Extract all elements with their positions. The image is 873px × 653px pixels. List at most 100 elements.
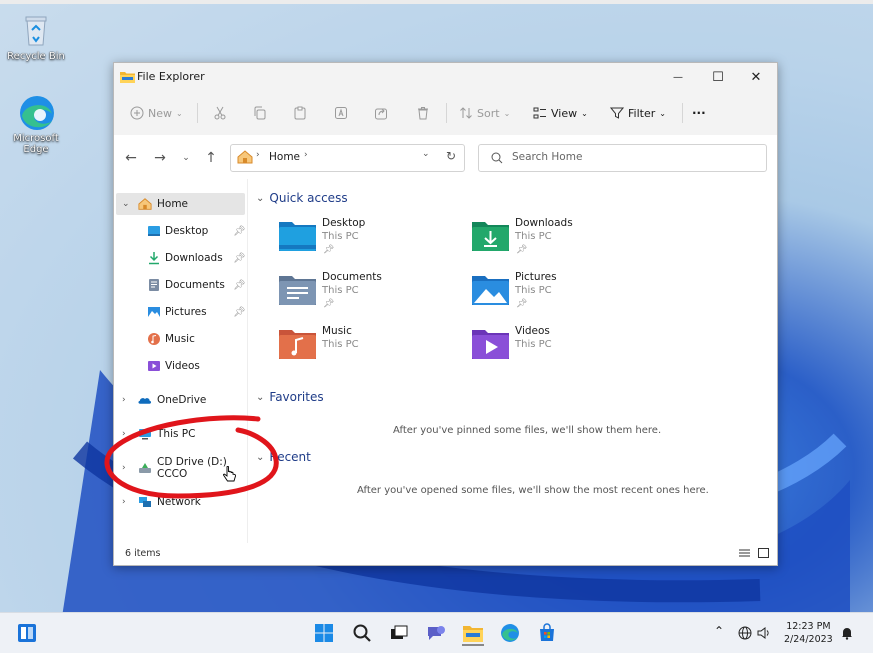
- address-bar[interactable]: › Home › ⌄ ↻: [230, 144, 465, 172]
- rename-button[interactable]: [334, 99, 348, 127]
- taskbar: ⌃ 12:23 PM 2/24/2023: [0, 612, 873, 653]
- delete-button[interactable]: [416, 99, 430, 127]
- address-row: ← → ⌄ ↑ › Home › ⌄ ↻ Search Home: [114, 135, 777, 179]
- sidebar-item-pictures[interactable]: Pictures 📌︎: [116, 301, 246, 323]
- sidebar-item-desktop[interactable]: Desktop 📌︎: [116, 220, 246, 242]
- cut-button[interactable]: [213, 99, 227, 127]
- sidebar-item-documents[interactable]: Documents 📌︎: [116, 274, 246, 296]
- clipboard-icon: [294, 106, 306, 120]
- sidebar-item-downloads[interactable]: Downloads 📌︎: [116, 247, 246, 269]
- up-button[interactable]: ↑: [202, 149, 220, 167]
- title-bar[interactable]: File Explorer — ☐ ✕: [114, 63, 777, 91]
- favorites-empty-message: After you've pinned some files, we'll sh…: [393, 425, 662, 436]
- pictures-icon: [148, 307, 160, 317]
- desktop-recycle-bin[interactable]: Recycle Bin: [1, 12, 71, 62]
- tiles-view-icon[interactable]: [758, 548, 769, 559]
- search-icon[interactable]: [351, 622, 373, 644]
- edge-label: Microsoft Edge: [13, 133, 59, 155]
- edge-icon: [18, 94, 54, 130]
- pin-icon[interactable]: 📌︎: [233, 253, 246, 264]
- home-icon: [138, 198, 152, 210]
- chevron-down-icon: ⌄: [256, 192, 265, 204]
- scissors-icon: [214, 106, 226, 120]
- sidebar-item-home[interactable]: ⌄ Home: [116, 193, 245, 215]
- pictures-folder-icon: [472, 276, 509, 305]
- pin-icon[interactable]: 📌︎: [233, 307, 246, 318]
- forward-button[interactable]: →: [151, 149, 169, 167]
- tile-downloads[interactable]: Downloads This PC 📌︎: [472, 215, 652, 265]
- widgets-icon[interactable]: [16, 622, 38, 644]
- pin-icon[interactable]: 📌︎: [233, 226, 246, 237]
- tile-desktop[interactable]: Desktop This PC 📌︎: [279, 215, 459, 265]
- documents-folder-icon: [279, 276, 316, 305]
- volume-icon[interactable]: [757, 626, 771, 640]
- copy-icon: [254, 106, 266, 120]
- recent-empty-message: After you've opened some files, we'll sh…: [357, 485, 709, 496]
- item-count: 6 items: [125, 548, 161, 559]
- rename-icon: [335, 107, 347, 119]
- folder-icon: [120, 70, 135, 83]
- store-icon[interactable]: [536, 622, 558, 644]
- breadcrumb-home[interactable]: Home: [269, 151, 300, 163]
- mouse-cursor-icon: [223, 466, 236, 482]
- documents-icon: [149, 279, 159, 291]
- more-options-button[interactable]: ···: [692, 99, 706, 127]
- share-button[interactable]: [374, 99, 388, 127]
- view-button[interactable]: View ⌄: [533, 99, 588, 127]
- videos-folder-icon: [472, 330, 509, 359]
- pin-icon: 📌︎: [323, 245, 335, 255]
- search-box[interactable]: Search Home: [478, 144, 767, 172]
- status-bar: 6 items: [114, 543, 777, 565]
- trash-icon: [418, 107, 428, 120]
- details-view-icon[interactable]: [739, 549, 750, 559]
- filter-button[interactable]: Filter ⌄: [610, 99, 666, 127]
- minimize-button[interactable]: —: [658, 63, 698, 91]
- sidebar-item-videos[interactable]: Videos: [116, 355, 245, 377]
- new-button[interactable]: New ⌄: [130, 99, 183, 127]
- pin-icon: 📌︎: [323, 299, 335, 309]
- system-clock[interactable]: 12:23 PM 2/24/2023: [784, 620, 833, 646]
- recycle-bin-icon: [18, 12, 54, 48]
- edge-taskbar-icon[interactable]: [499, 622, 521, 644]
- quick-access-header[interactable]: ⌄ Quick access: [256, 191, 348, 205]
- start-icon[interactable]: [313, 622, 335, 644]
- window-title: File Explorer: [137, 70, 205, 83]
- address-dropdown-chevron-icon[interactable]: ⌄: [422, 149, 430, 159]
- tile-pictures[interactable]: Pictures This PC 📌︎: [472, 269, 652, 319]
- back-button[interactable]: ←: [122, 149, 140, 167]
- onedrive-icon: [138, 398, 152, 404]
- music-icon: [148, 333, 160, 345]
- recent-locations-button[interactable]: ⌄: [177, 149, 195, 167]
- favorites-header[interactable]: ⌄ Favorites: [256, 390, 324, 404]
- sidebar-item-onedrive[interactable]: › OneDrive: [116, 389, 245, 411]
- tile-documents[interactable]: Documents This PC 📌︎: [279, 269, 459, 319]
- pin-icon: 📌︎: [516, 245, 528, 255]
- desktop-icon: [148, 226, 160, 236]
- refresh-icon[interactable]: ↻: [446, 149, 456, 163]
- task-view-icon[interactable]: [388, 622, 410, 644]
- globe-icon[interactable]: [738, 626, 752, 640]
- red-annotation-circle: [104, 415, 279, 499]
- plus-circle-icon: [130, 106, 144, 120]
- home-icon: [237, 150, 253, 164]
- command-bar: New ⌄ Sort ⌄ View ⌄ Filter ⌄ ···: [114, 91, 777, 136]
- pin-icon: 📌︎: [516, 299, 528, 309]
- sort-button[interactable]: Sort ⌄: [459, 99, 510, 127]
- desktop-edge[interactable]: Microsoft Edge: [1, 94, 71, 155]
- chat-icon[interactable]: [425, 622, 447, 644]
- close-button[interactable]: ✕: [736, 63, 776, 91]
- notifications-icon[interactable]: [840, 626, 854, 640]
- filter-icon: [610, 107, 624, 119]
- paste-button[interactable]: [293, 99, 307, 127]
- maximize-button[interactable]: ☐: [698, 63, 738, 91]
- top-strip: [0, 0, 873, 4]
- show-hidden-icons-chevron-icon[interactable]: ⌃: [714, 624, 724, 638]
- tile-videos[interactable]: Videos This PC: [472, 323, 652, 373]
- pin-icon[interactable]: 📌︎: [233, 280, 246, 291]
- sidebar-item-music[interactable]: Music: [116, 328, 245, 350]
- tile-music[interactable]: Music This PC: [279, 323, 459, 373]
- music-folder-icon: [279, 330, 316, 359]
- file-explorer-taskbar-icon[interactable]: [462, 622, 484, 646]
- copy-button[interactable]: [253, 99, 267, 127]
- desktop-folder-icon: [279, 222, 316, 251]
